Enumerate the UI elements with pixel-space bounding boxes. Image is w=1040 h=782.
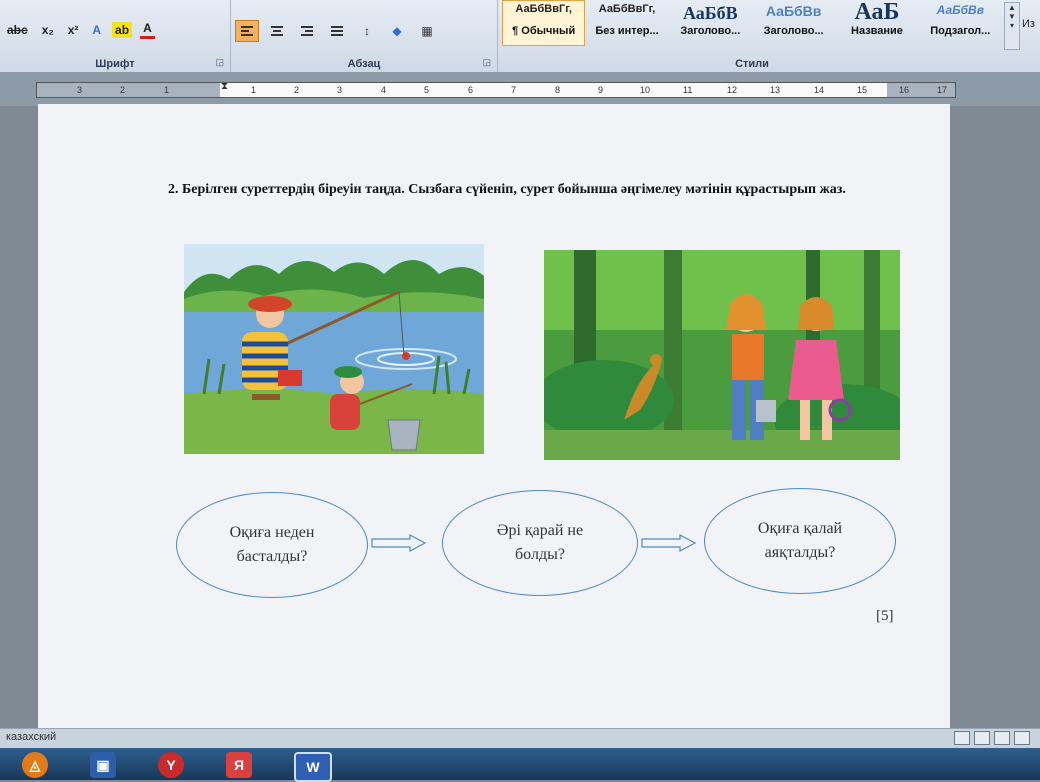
- style-no-spacing[interactable]: АаБбВвГг, Без интер...: [585, 0, 668, 46]
- language-indicator[interactable]: казахский: [6, 731, 56, 743]
- ruler-tick: 6: [468, 85, 474, 95]
- styles-gallery: АаБбВвГг, ¶ Обычный АаБбВвГг, Без интер.…: [502, 0, 1002, 50]
- indent-marker-icon[interactable]: ⧗: [217, 81, 233, 99]
- justify-button[interactable]: [325, 20, 349, 42]
- bubble-line: басталды?: [236, 548, 308, 565]
- style-name: Без интер...: [595, 25, 659, 37]
- flow-arrow-icon: [371, 534, 427, 552]
- text-effects-button[interactable]: A: [89, 22, 104, 38]
- style-heading-2[interactable]: АаБбВв Заголово...: [752, 0, 835, 46]
- change-styles-button[interactable]: Из: [1022, 18, 1035, 30]
- style-title[interactable]: АаБ Название: [835, 0, 918, 46]
- start-button-icon[interactable]: ◬: [22, 752, 48, 778]
- ruler-tick: 16: [899, 85, 910, 95]
- forest-illustration: [544, 250, 900, 460]
- ruler-tick: 3: [77, 85, 83, 95]
- font-group: abc x₂ x² A ab A Шрифт ◲: [0, 0, 231, 72]
- style-preview: АаБбВв: [765, 3, 822, 19]
- paragraph-group-label: Абзац: [347, 58, 381, 70]
- ruler-tick: 9: [598, 85, 604, 95]
- ruler-tick: 5: [424, 85, 430, 95]
- ruler-tick: 12: [727, 85, 738, 95]
- superscript-button[interactable]: x²: [65, 22, 82, 38]
- story-middle-bubble: Әрі қарай не болды?: [442, 490, 638, 596]
- yandex-browser-icon[interactable]: Y: [158, 752, 184, 778]
- ruler-tick: 4: [381, 85, 387, 95]
- style-preview: АаБ: [854, 3, 900, 21]
- ruler-tick: 8: [555, 85, 561, 95]
- align-left-button[interactable]: [235, 20, 259, 42]
- score-label: [5]: [876, 608, 894, 624]
- word-app-icon[interactable]: W: [294, 752, 332, 782]
- style-name: Заголово...: [680, 25, 741, 37]
- save-app-icon[interactable]: ▣: [90, 752, 116, 778]
- highlight-button[interactable]: ab: [112, 21, 133, 38]
- ruler-tick: 1: [164, 85, 170, 95]
- status-bar: казахский: [0, 728, 1040, 749]
- ruler-tick: 10: [640, 85, 651, 95]
- style-preview: АаБбВв: [936, 3, 984, 17]
- style-heading-1[interactable]: АаБбВ Заголово...: [669, 0, 752, 46]
- ruler-tick: 1: [251, 85, 257, 95]
- full-screen-icon[interactable]: [974, 731, 990, 745]
- style-name: Название: [851, 25, 903, 37]
- style-name: ¶ Обычный: [512, 25, 576, 37]
- subscript-button[interactable]: x₂: [39, 22, 57, 38]
- shading-icon[interactable]: ◆: [385, 20, 409, 42]
- document-page[interactable]: 2. Берілген суреттердің біреуін таңда. С…: [38, 104, 950, 728]
- story-end-bubble: Оқиға қалай аяқталды?: [704, 488, 896, 594]
- line-spacing-icon[interactable]: ↕: [355, 20, 379, 42]
- font-dialog-launcher-icon[interactable]: ◲: [215, 57, 224, 68]
- ruler-tick: 13: [770, 85, 781, 95]
- taskbar: ◬ ▣ Y Я W: [0, 748, 1040, 782]
- ruler-left-margin: [37, 83, 220, 97]
- outline-icon[interactable]: [1014, 731, 1030, 745]
- ruler-tick: 3: [337, 85, 343, 95]
- ruler-area: 3 2 1 1 2 3 4 5 6 7 8 9 10 11 12 13 14 1…: [0, 72, 1040, 106]
- view-buttons: [954, 731, 1030, 745]
- story-start-bubble: Оқиға неден басталды?: [176, 492, 368, 598]
- bubble-line: Оқиға қалай: [757, 520, 843, 537]
- style-subtitle[interactable]: АаБбВв Подзагол...: [919, 0, 1002, 46]
- ruler-tick: 17: [937, 85, 948, 95]
- borders-icon[interactable]: ▦: [415, 20, 439, 42]
- ruler-tick: 11: [683, 85, 693, 95]
- bubble-line: Әрі қарай не: [496, 522, 584, 539]
- style-normal[interactable]: АаБбВвГг, ¶ Обычный: [502, 0, 586, 46]
- styles-more-icon[interactable]: ▲ ▼ ▾: [1004, 2, 1020, 50]
- align-center-button[interactable]: [265, 20, 289, 42]
- yandex-app-icon[interactable]: Я: [226, 752, 252, 778]
- style-preview: АаБбВвГг,: [515, 3, 572, 15]
- font-color-button[interactable]: A: [140, 20, 155, 39]
- ruler-tick: 14: [814, 85, 825, 95]
- strikethrough-button[interactable]: abc: [4, 22, 31, 38]
- web-layout-icon[interactable]: [994, 731, 1010, 745]
- style-preview: АаБбВ: [682, 3, 738, 21]
- print-layout-icon[interactable]: [954, 731, 970, 745]
- bubble-line: аяқталды?: [764, 544, 836, 561]
- bubble-line: Оқиға неден: [229, 524, 315, 541]
- style-preview: АаБбВвГг,: [598, 3, 656, 15]
- ruler-tick: 7: [511, 85, 517, 95]
- ruler-tick: 2: [294, 85, 300, 95]
- ruler-tick: 2: [120, 85, 126, 95]
- fishing-illustration: [184, 244, 484, 454]
- task-text: 2. Берілген суреттердің біреуін таңда. С…: [168, 182, 846, 197]
- flow-arrow-icon: [641, 534, 697, 552]
- style-name: Подзагол...: [930, 25, 991, 37]
- paragraph-dialog-launcher-icon[interactable]: ◲: [482, 57, 491, 68]
- ribbon: abc x₂ x² A ab A Шрифт ◲ ↕ ◆ ▦ Абзац ◲ А…: [0, 0, 1040, 73]
- paragraph-group: ↕ ◆ ▦ Абзац ◲: [231, 0, 498, 72]
- font-group-label: Шрифт: [95, 58, 135, 70]
- ruler-tick: 15: [857, 85, 868, 95]
- bubble-line: болды?: [515, 546, 565, 563]
- align-right-button[interactable]: [295, 20, 319, 42]
- horizontal-ruler[interactable]: 3 2 1 1 2 3 4 5 6 7 8 9 10 11 12 13 14 1…: [36, 81, 956, 99]
- style-name: Заголово...: [763, 25, 824, 37]
- styles-group-label: Стили: [735, 58, 769, 70]
